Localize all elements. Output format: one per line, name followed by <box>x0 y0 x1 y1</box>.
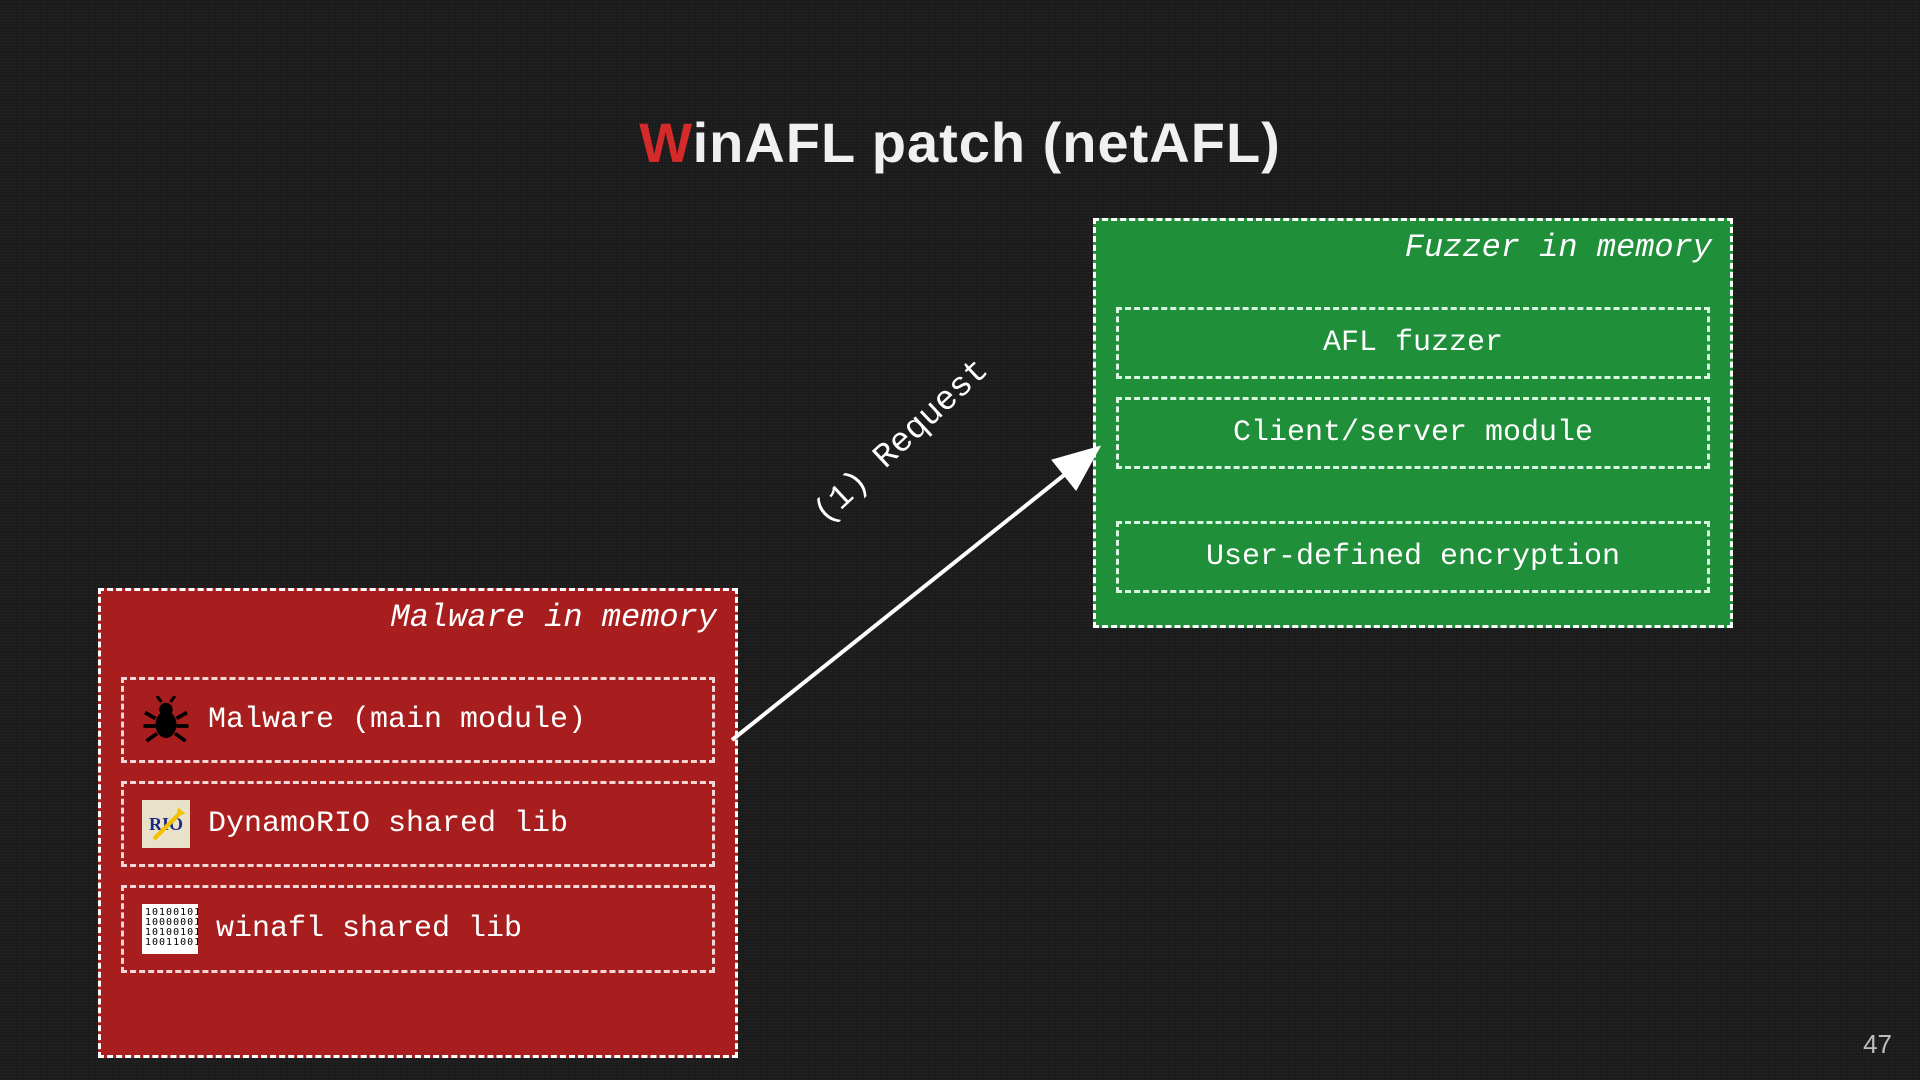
dynamorio-icon: RIO <box>142 800 190 848</box>
malware-item-label: winafl shared lib <box>216 912 522 946</box>
malware-item-winafl: 10100101100000011010010110011001 winafl … <box>121 885 715 973</box>
malware-item-main: Malware (main module) <box>121 677 715 763</box>
page-number: 47 <box>1863 1029 1892 1060</box>
malware-memory-box: Malware in memory Malware (main modul <box>98 588 738 1058</box>
malware-item-dynamorio: RIO DynamoRIO shared lib <box>121 781 715 867</box>
binary-code-icon: 10100101100000011010010110011001 <box>142 904 198 954</box>
malware-box-heading: Malware in memory <box>391 599 717 636</box>
fuzzer-item-encryption: User-defined encryption <box>1116 521 1710 593</box>
title-first-letter: W <box>639 111 692 174</box>
request-arrow <box>720 440 1120 780</box>
malware-item-label: DynamoRIO shared lib <box>208 807 568 841</box>
fuzzer-item-afl: AFL fuzzer <box>1116 307 1710 379</box>
bug-icon <box>142 696 190 744</box>
fuzzer-item-label: User-defined encryption <box>1206 540 1620 574</box>
fuzzer-memory-box: Fuzzer in memory AFL fuzzer Client/serve… <box>1093 218 1733 628</box>
fuzzer-item-label: Client/server module <box>1233 416 1593 450</box>
arrow-label: (1) Request <box>807 352 997 533</box>
fuzzer-item-client-server: Client/server module <box>1116 397 1710 469</box>
malware-item-label: Malware (main module) <box>208 703 586 737</box>
title-rest: inAFL patch (netAFL) <box>693 111 1281 174</box>
fuzzer-item-label: AFL fuzzer <box>1323 326 1503 360</box>
slide-title: WinAFL patch (netAFL) <box>0 110 1920 175</box>
fuzzer-box-heading: Fuzzer in memory <box>1405 229 1712 266</box>
